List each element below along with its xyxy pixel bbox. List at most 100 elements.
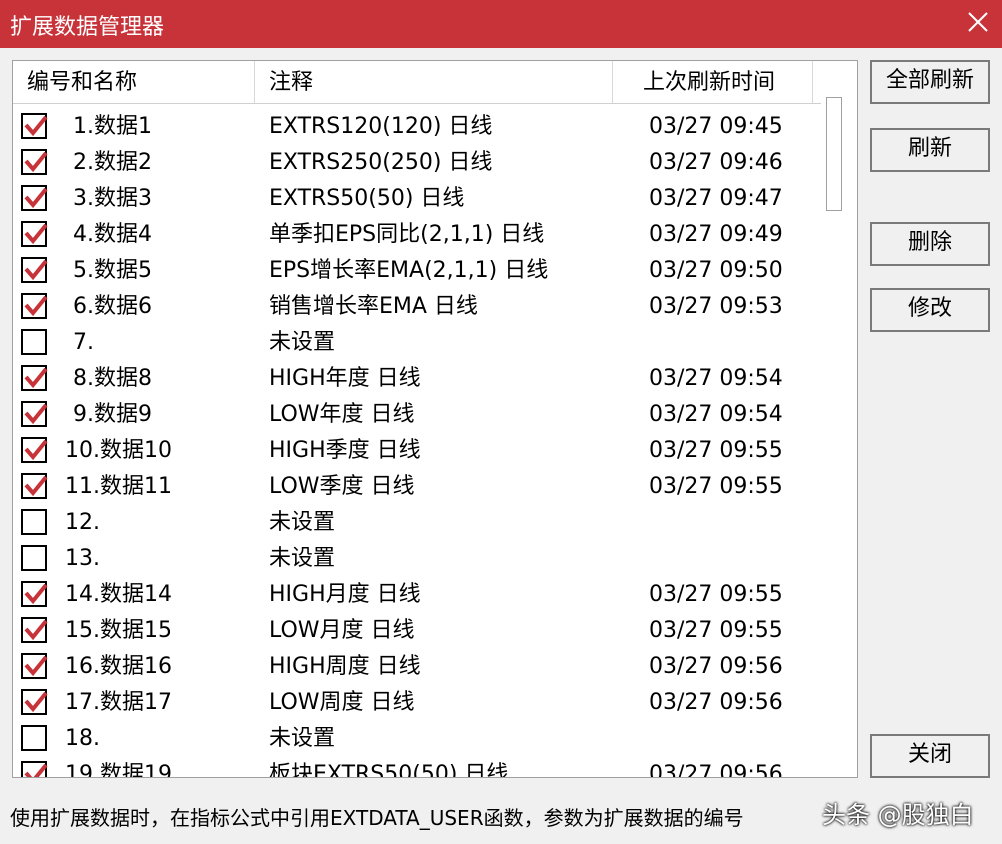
row-name: 9.数据9 <box>73 402 152 427</box>
refresh-button[interactable]: 刷新 <box>870 128 990 172</box>
row-checkbox[interactable] <box>21 365 48 391</box>
row-checkbox[interactable] <box>21 257 48 283</box>
table-row[interactable]: 9.数据9 LOW年度 日线 03/27 09:54 <box>13 397 823 433</box>
row-note: LOW季度 日线 <box>269 474 415 499</box>
check-mark-icon <box>24 655 48 677</box>
table-row[interactable]: 11.数据11 LOW季度 日线 03/27 09:55 <box>13 469 823 505</box>
close-icon[interactable] <box>964 8 992 36</box>
check-mark-icon <box>24 295 48 317</box>
table-row[interactable]: 5.数据5 EPS增长率EMA(2,1,1) 日线 03/27 09:50 <box>13 253 823 289</box>
row-refresh-time: 03/27 09:55 <box>649 474 783 499</box>
row-name: 6.数据6 <box>73 294 152 319</box>
row-checkbox[interactable] <box>21 185 48 211</box>
row-name: 5.数据5 <box>73 258 152 283</box>
row-name: 19.数据19 <box>65 762 172 778</box>
table-row[interactable]: 1.数据1 EXTRS120(120) 日线 03/27 09:45 <box>13 109 823 145</box>
row-checkbox[interactable] <box>21 113 48 139</box>
row-note: LOW年度 日线 <box>269 402 415 427</box>
row-note: EXTRS250(250) 日线 <box>269 150 493 175</box>
table-row[interactable]: 7. 未设置 <box>13 325 823 361</box>
table-row[interactable]: 18. 未设置 <box>13 721 823 757</box>
row-refresh-time: 03/27 09:47 <box>649 186 783 211</box>
row-checkbox[interactable] <box>21 437 48 463</box>
row-refresh-time: 03/27 09:56 <box>649 690 783 715</box>
row-note: LOW月度 日线 <box>269 618 415 643</box>
title-bar: 扩展数据管理器 <box>0 0 1002 48</box>
row-checkbox[interactable] <box>21 473 48 499</box>
row-checkbox[interactable] <box>21 689 48 715</box>
row-note: 销售增长率EMA 日线 <box>269 294 478 319</box>
row-note: 未设置 <box>269 330 336 355</box>
row-checkbox[interactable] <box>21 221 48 247</box>
row-note: HIGH年度 日线 <box>269 366 421 391</box>
column-header-note[interactable]: 注释 <box>255 61 613 103</box>
row-refresh-time: 03/27 09:55 <box>649 618 783 643</box>
row-name: 16.数据16 <box>65 654 172 679</box>
check-mark-icon <box>24 151 48 173</box>
row-checkbox[interactable] <box>21 545 47 571</box>
window-title: 扩展数据管理器 <box>10 15 165 40</box>
row-checkbox[interactable] <box>21 761 48 777</box>
row-name: 1.数据1 <box>73 114 152 139</box>
row-checkbox[interactable] <box>21 509 47 535</box>
row-refresh-time: 03/27 09:54 <box>649 366 783 391</box>
table-row[interactable]: 14.数据14 HIGH月度 日线 03/27 09:55 <box>13 577 823 613</box>
check-mark-icon <box>24 259 48 281</box>
check-mark-icon <box>24 223 48 245</box>
scrollbar-thumb[interactable] <box>826 97 842 211</box>
row-checkbox[interactable] <box>21 653 48 679</box>
column-header-name[interactable]: 编号和名称 <box>13 61 255 103</box>
row-note: 未设置 <box>269 726 336 751</box>
check-mark-icon <box>24 403 48 425</box>
table-row[interactable]: 10.数据10 HIGH季度 日线 03/27 09:55 <box>13 433 823 469</box>
column-header-time[interactable]: 上次刷新时间 <box>613 61 813 103</box>
vertical-scrollbar[interactable] <box>823 97 845 773</box>
list-header: 编号和名称 注释 上次刷新时间 <box>13 61 821 104</box>
modify-button[interactable]: 修改 <box>870 288 990 332</box>
row-note: 单季扣EPS同比(2,1,1) 日线 <box>269 222 545 247</box>
row-checkbox[interactable] <box>21 329 47 355</box>
row-checkbox[interactable] <box>21 725 47 751</box>
refresh-all-button[interactable]: 全部刷新 <box>870 60 990 104</box>
table-row[interactable]: 2.数据2 EXTRS250(250) 日线 03/27 09:46 <box>13 145 823 181</box>
table-row[interactable]: 6.数据6 销售增长率EMA 日线 03/27 09:53 <box>13 289 823 325</box>
row-refresh-time: 03/27 09:54 <box>649 402 783 427</box>
row-refresh-time: 03/27 09:55 <box>649 582 783 607</box>
row-note: 未设置 <box>269 510 336 535</box>
table-row[interactable]: 4.数据4 单季扣EPS同比(2,1,1) 日线 03/27 09:49 <box>13 217 823 253</box>
row-note: LOW周度 日线 <box>269 690 415 715</box>
row-name: 14.数据14 <box>65 582 172 607</box>
table-row[interactable]: 8.数据8 HIGH年度 日线 03/27 09:54 <box>13 361 823 397</box>
row-refresh-time: 03/27 09:53 <box>649 294 783 319</box>
row-name: 12. <box>65 510 100 535</box>
table-row[interactable]: 16.数据16 HIGH周度 日线 03/27 09:56 <box>13 649 823 685</box>
data-list[interactable]: 编号和名称 注释 上次刷新时间 1.数据1 EXTRS120(120) 日线 03/… <box>12 60 858 778</box>
table-row[interactable]: 15.数据15 LOW月度 日线 03/27 09:55 <box>13 613 823 649</box>
row-checkbox[interactable] <box>21 401 48 427</box>
row-name: 7. <box>73 330 94 355</box>
row-refresh-time: 03/27 09:45 <box>649 114 783 139</box>
table-row[interactable]: 19.数据19 板块EXTRS50(50) 日线 03/27 09:56 <box>13 757 823 778</box>
table-row[interactable]: 13. 未设置 <box>13 541 823 577</box>
row-checkbox[interactable] <box>21 293 48 319</box>
check-mark-icon <box>24 619 48 641</box>
check-mark-icon <box>24 439 48 461</box>
table-row[interactable]: 17.数据17 LOW周度 日线 03/27 09:56 <box>13 685 823 721</box>
footer-hint: 使用扩展数据时，在指标公式中引用EXTDATA_USER函数，参数为扩展数据的编… <box>10 806 744 830</box>
row-name: 3.数据3 <box>73 186 152 211</box>
close-button[interactable]: 关闭 <box>870 734 990 778</box>
row-checkbox[interactable] <box>21 617 48 643</box>
watermark: 头条 @股独白 <box>822 801 974 829</box>
delete-button[interactable]: 删除 <box>870 222 990 266</box>
row-refresh-time: 03/27 09:50 <box>649 258 783 283</box>
row-note: EXTRS120(120) 日线 <box>269 114 493 139</box>
row-name: 13. <box>65 546 100 571</box>
row-name: 10.数据10 <box>65 438 172 463</box>
row-checkbox[interactable] <box>21 149 48 175</box>
row-name: 2.数据2 <box>73 150 152 175</box>
table-row[interactable]: 12. 未设置 <box>13 505 823 541</box>
row-checkbox[interactable] <box>21 581 48 607</box>
check-mark-icon <box>24 691 48 713</box>
check-mark-icon <box>24 115 48 137</box>
table-row[interactable]: 3.数据3 EXTRS50(50) 日线 03/27 09:47 <box>13 181 823 217</box>
